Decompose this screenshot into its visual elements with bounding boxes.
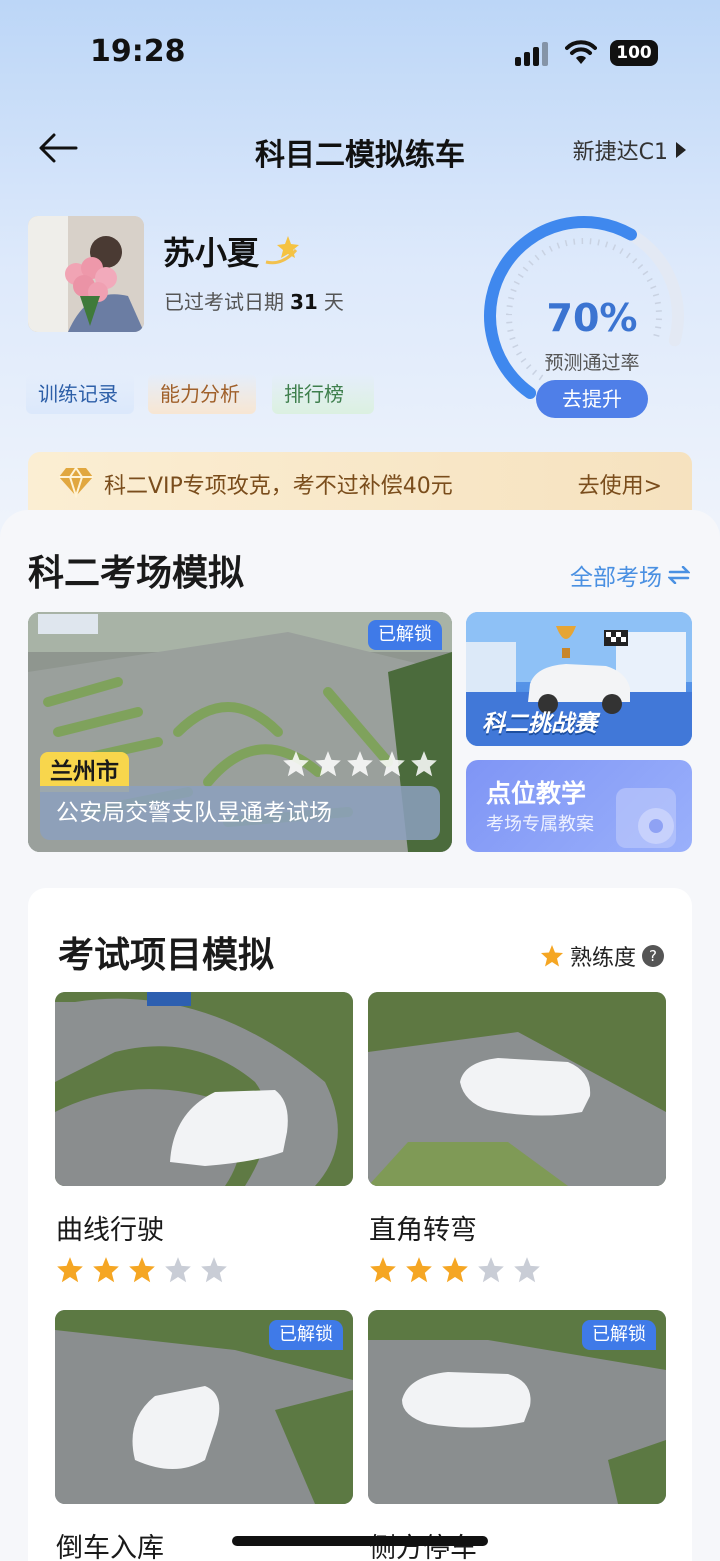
tab-ability-analysis[interactable]: 能力分析: [148, 374, 256, 414]
vip-use-link[interactable]: 去使用>: [578, 468, 662, 500]
star-icon: [347, 751, 373, 777]
star-icon: [442, 1257, 468, 1283]
star-icon: [478, 1257, 504, 1283]
curve-driving-image: [55, 992, 353, 1186]
pass-rate-label: 预测通过率: [544, 352, 640, 374]
star-icon: [411, 751, 437, 777]
venue-name: 公安局交警支队昱通考试场: [40, 786, 440, 840]
star-icon: [514, 1257, 540, 1283]
star-icon: [406, 1257, 432, 1283]
all-venues-label: 全部考场: [570, 565, 662, 591]
item-thumb-reverse[interactable]: 已解锁: [55, 1310, 353, 1504]
star-icon: [201, 1257, 227, 1283]
unlocked-badge: 已解锁: [368, 620, 442, 650]
challenge-title: 科二挑战赛: [482, 711, 597, 737]
help-icon[interactable]: ?: [642, 945, 664, 967]
play-triangle-icon: [676, 142, 686, 158]
star-icon: [283, 751, 309, 777]
exam-days-count: 31: [290, 290, 318, 314]
improve-button[interactable]: 去提升: [536, 380, 648, 418]
teaching-title: 点位教学: [486, 779, 587, 808]
exam-days-suffix: 天: [323, 290, 344, 314]
home-indicator: [232, 1536, 488, 1546]
all-venues-link[interactable]: 全部考场: [570, 558, 690, 592]
dizzy-star-icon: [265, 236, 299, 265]
diamond-icon: [59, 466, 93, 498]
proficiency-legend[interactable]: 熟练度 ?: [540, 940, 664, 972]
status-time: 19:28: [90, 34, 186, 69]
venue-rating: [282, 750, 438, 778]
item-thumb-rightangle[interactable]: [368, 992, 666, 1186]
wifi-icon: [565, 40, 597, 64]
challenge-card[interactable]: 科二挑战赛: [466, 612, 692, 746]
tab-training-record[interactable]: 训练记录: [26, 374, 134, 414]
status-bar: 19:28 100: [0, 0, 720, 100]
proficiency-label: 熟练度: [569, 946, 636, 971]
exam-days-text: 已过考试日期 31 天: [164, 286, 344, 315]
signal-icon: [515, 42, 551, 66]
right-angle-turn-image: [368, 992, 666, 1186]
star-icon: [93, 1257, 119, 1283]
unlocked-badge: 已解锁: [582, 1320, 656, 1350]
nav-bar: 科目二模拟练车 新捷达C1: [0, 110, 720, 190]
item-name-curve: 曲线行驶: [56, 1215, 164, 1246]
teaching-card[interactable]: 点位教学 考场专属教案: [466, 760, 692, 852]
avatar[interactable]: [28, 216, 144, 332]
vip-banner-text: 科二VIP专项攻克，考不过补偿40元: [104, 474, 453, 499]
star-icon: [379, 751, 405, 777]
star-icon: [57, 1257, 83, 1283]
star-icon: [315, 751, 341, 777]
item-name-reverse: 倒车入库: [56, 1533, 164, 1561]
back-arrow-icon[interactable]: [36, 128, 80, 168]
car-model-selector[interactable]: 新捷达C1: [573, 134, 686, 166]
exam-items-title: 考试项目模拟: [58, 935, 275, 976]
exam-days-prefix: 已过考试日期: [164, 290, 284, 314]
switch-arrows-icon: [668, 566, 690, 584]
tab-leaderboard[interactable]: 排行榜: [272, 374, 374, 414]
star-icon: [165, 1257, 191, 1283]
avatar-image: [28, 216, 144, 332]
star-icon: [370, 1257, 396, 1283]
battery-indicator: 100: [610, 40, 658, 66]
star-icon: [540, 945, 563, 967]
item-name-rightangle: 直角转弯: [369, 1215, 477, 1246]
pass-rate-value: 70%: [546, 296, 638, 340]
item-thumb-curve[interactable]: [55, 992, 353, 1186]
item-thumb-parallel[interactable]: 已解锁: [368, 1310, 666, 1504]
unlocked-badge: 已解锁: [269, 1320, 343, 1350]
star-icon: [129, 1257, 155, 1283]
item-stars-rightangle: [369, 1256, 541, 1284]
car-model-label: 新捷达C1: [572, 140, 668, 165]
item-stars-curve: [56, 1256, 228, 1284]
user-name: 苏小夏: [163, 234, 260, 272]
teaching-subtitle: 考场专属教案: [486, 814, 594, 835]
vip-banner[interactable]: 科二VIP专项攻克，考不过补偿40元 去使用>: [28, 452, 692, 512]
venue-section-title: 科二考场模拟: [28, 553, 245, 594]
